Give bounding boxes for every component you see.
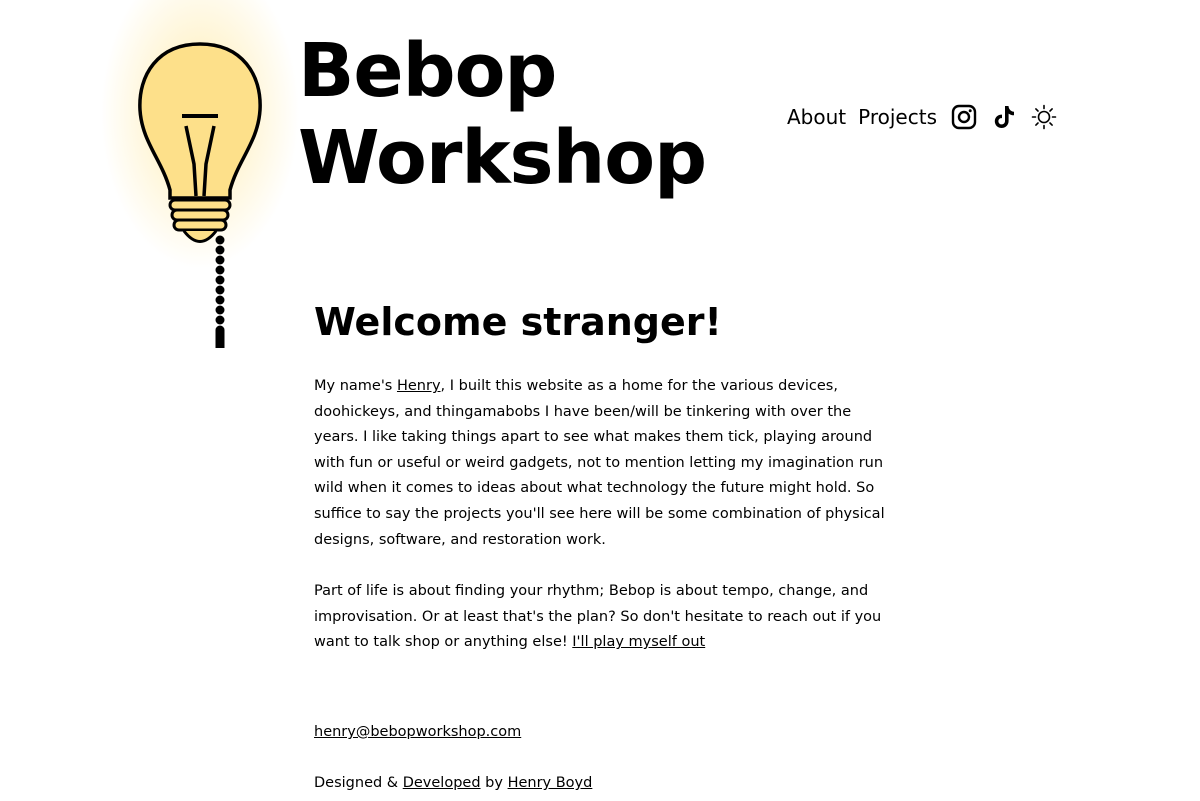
designed-text: Designed & [314,775,403,791]
nav-about-link[interactable]: About [787,105,846,129]
site-title-line2: Workshop [298,115,707,201]
lightbulb-logo-icon [138,42,262,348]
credits-row: Designed & Developed by Henry Boyd [314,771,592,796]
intro-text-rest: , I built this website as a home for the… [314,378,885,548]
main-content: Welcome stranger! My name's Henry, I bui… [314,296,889,791]
tiktok-icon[interactable] [991,104,1017,130]
play-myself-out-link[interactable]: I'll play myself out [572,634,705,650]
email-row: henry@bebopworkshop.com [314,720,521,745]
site-title-line1: Bebop [298,28,557,114]
author-link[interactable]: Henry Boyd [508,775,593,791]
site-title[interactable]: Bebop Workshop [298,28,707,202]
instagram-icon[interactable] [951,104,977,130]
by-text: by [480,775,508,791]
intro-text-start: My name's [314,378,397,394]
sun-icon[interactable] [1031,104,1057,130]
email-link[interactable]: henry@bebopworkshop.com [314,724,521,740]
nav-projects-link[interactable]: Projects [858,105,937,129]
rhythm-paragraph: Part of life is about finding your rhyth… [314,579,889,656]
welcome-heading: Welcome stranger! [314,300,722,344]
developed-link[interactable]: Developed [403,775,481,791]
intro-paragraph: My name's Henry, I built this website as… [314,374,889,553]
main-nav: About Projects [787,100,1057,134]
henry-link[interactable]: Henry [397,378,441,394]
